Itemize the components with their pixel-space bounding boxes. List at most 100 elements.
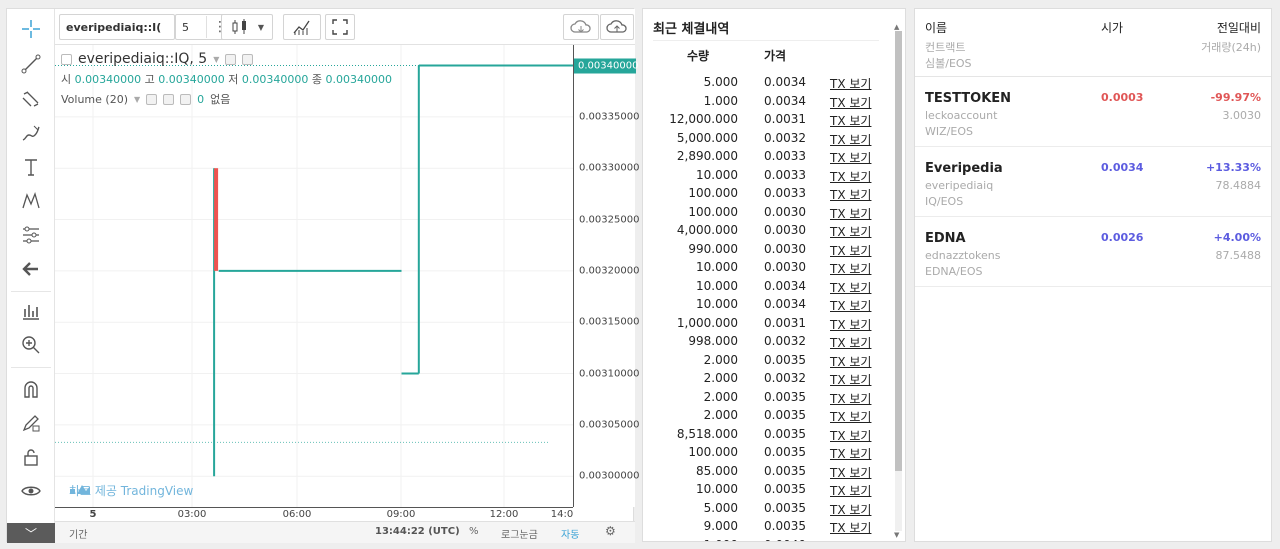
time-tick-label: 03:00 xyxy=(177,509,207,520)
view-tx-link[interactable]: TX 보기 xyxy=(830,279,871,296)
token-row[interactable]: Everipedia everipediaiq IQ/EOS 0.0034 +13.33… xyxy=(915,148,1271,217)
unlock-icon[interactable] xyxy=(19,445,43,469)
gear-icon[interactable]: ⚙ xyxy=(605,524,616,538)
zoom-in-icon[interactable] xyxy=(19,333,43,357)
view-tx-link[interactable]: TX 보기 xyxy=(830,242,871,259)
eye-icon[interactable] xyxy=(19,479,43,503)
scroll-up-icon[interactable]: ▲ xyxy=(894,23,899,31)
trade-price: 0.0030 xyxy=(764,204,806,219)
view-tx-link[interactable]: TX 보기 xyxy=(830,464,871,481)
view-tx-link[interactable]: TX 보기 xyxy=(830,482,871,499)
view-tx-link[interactable]: TX 보기 xyxy=(830,408,871,425)
trade-qty: 10.000 xyxy=(696,278,738,293)
trade-qty: 4,000.000 xyxy=(676,223,738,237)
prediction-icon[interactable] xyxy=(19,223,43,247)
tradingview-watermark[interactable]: 차트 제공 TradingView xyxy=(69,482,193,499)
trade-row: 1.000 0.0034 TX 보기 xyxy=(643,92,893,111)
view-tx-link[interactable]: TX 보기 xyxy=(830,538,871,542)
collapse-legend-icon[interactable] xyxy=(61,53,72,65)
period-button[interactable]: 기간 xyxy=(69,526,87,541)
time-tick-label: 12:00 xyxy=(489,509,519,520)
trade-qty: 10.000 xyxy=(696,167,738,182)
auto-scale-toggle[interactable]: 자동 xyxy=(561,526,579,541)
token-row[interactable]: EDNA ednazztokens EDNA/EOS 0.0026 +4.00% 87.5… xyxy=(915,218,1271,287)
price-tick-label: 0.00335000 xyxy=(579,111,640,123)
hide-icon[interactable] xyxy=(163,93,175,105)
trade-price: 0.0034 xyxy=(764,75,806,89)
view-tx-link[interactable]: TX 보기 xyxy=(830,445,871,462)
log-scale-toggle[interactable]: 로그눈금 xyxy=(501,526,538,541)
trade-row: 1.000 0.0040 TX 보기 xyxy=(643,536,893,542)
view-tx-link[interactable]: TX 보기 xyxy=(830,427,871,444)
view-tx-link[interactable]: TX 보기 xyxy=(830,223,871,240)
chevron-down-icon[interactable]: ▼ xyxy=(213,55,219,64)
settings-icon[interactable] xyxy=(146,93,158,105)
cloud-load-button[interactable] xyxy=(563,14,599,40)
trade-row: 100.000 0.0035 TX 보기 xyxy=(643,443,893,462)
percent-scale-toggle[interactable]: % xyxy=(469,526,479,537)
view-tx-link[interactable]: TX 보기 xyxy=(830,186,871,203)
indicators-icon xyxy=(293,20,310,35)
chevron-down-icon[interactable]: ▼ xyxy=(134,95,140,104)
token-contract: everipediaiq xyxy=(925,179,994,192)
view-tx-link[interactable]: TX 보기 xyxy=(830,168,871,185)
close-label: 종 xyxy=(311,73,322,86)
time-axis[interactable]: 5 03:00 06:00 09:00 12:00 14:0 xyxy=(55,507,573,521)
fib-retracement-icon[interactable] xyxy=(19,87,43,111)
view-tx-link[interactable]: TX 보기 xyxy=(830,371,871,388)
view-tx-link[interactable]: TX 보기 xyxy=(830,75,871,92)
header-change: 전일대비 xyxy=(1216,21,1261,35)
token-row[interactable]: TESTTOKEN leckoaccount WIZ/EOS 0.0003 -99.97… xyxy=(915,78,1271,147)
hide-icon[interactable] xyxy=(242,53,254,65)
lock-pencil-icon[interactable] xyxy=(19,411,43,435)
scroll-thumb[interactable] xyxy=(895,31,902,471)
back-arrow-icon[interactable] xyxy=(19,257,43,281)
trade-row: 2.000 0.0032 TX 보기 xyxy=(643,369,893,388)
view-tx-link[interactable]: TX 보기 xyxy=(830,353,871,370)
settings-icon[interactable] xyxy=(225,53,237,65)
view-tx-link[interactable]: TX 보기 xyxy=(830,260,871,277)
price-tick-label: 0.00305000 xyxy=(579,419,640,431)
high-label: 고 xyxy=(144,73,155,86)
price-tick-label: 0.00300000 xyxy=(579,470,640,482)
view-tx-link[interactable]: TX 보기 xyxy=(830,334,871,351)
tradingview-logo-icon xyxy=(70,485,90,494)
trade-row: 8,518.000 0.0035 TX 보기 xyxy=(643,425,893,444)
view-tx-link[interactable]: TX 보기 xyxy=(830,112,871,129)
trade-qty: 2.000 xyxy=(703,371,738,385)
high-value: 0.00340000 xyxy=(158,73,225,86)
view-tx-link[interactable]: TX 보기 xyxy=(830,149,871,166)
indicators-button[interactable] xyxy=(283,14,321,40)
text-icon[interactable] xyxy=(19,155,43,179)
view-tx-link[interactable]: TX 보기 xyxy=(830,519,871,536)
crosshair-icon[interactable] xyxy=(19,17,43,41)
view-tx-link[interactable]: TX 보기 xyxy=(830,94,871,111)
trade-qty: 10.000 xyxy=(696,260,738,274)
view-tx-link[interactable]: TX 보기 xyxy=(830,501,871,518)
brush-icon[interactable] xyxy=(19,121,43,145)
trade-qty: 1.000 xyxy=(703,93,738,108)
trade-qty: 8,518.000 xyxy=(676,426,738,441)
cloud-save-button[interactable] xyxy=(600,14,634,40)
trade-qty: 5.000 xyxy=(703,75,738,89)
pattern-icon[interactable] xyxy=(19,189,43,213)
trade-row: 1,000.000 0.0031 TX 보기 xyxy=(643,314,893,333)
view-tx-link[interactable]: TX 보기 xyxy=(830,205,871,222)
scroll-down-icon[interactable]: ▼ xyxy=(894,531,899,539)
view-tx-link[interactable]: TX 보기 xyxy=(830,316,871,333)
collapse-toolbar-button[interactable]: ﹀ xyxy=(7,523,55,543)
close-icon[interactable] xyxy=(180,93,192,105)
view-tx-link[interactable]: TX 보기 xyxy=(830,390,871,407)
trades-scrollbar[interactable]: ▲ ▼ xyxy=(893,23,903,539)
trade-price: 0.0035 xyxy=(764,445,806,459)
chart-plot-area[interactable]: everipediaiq::IQ, 5 ▼ 시 0.00340000 고 0.0… xyxy=(55,45,573,507)
symbol-search-button[interactable]: everipediaiq::I( xyxy=(59,14,175,40)
magnet-icon[interactable] xyxy=(19,377,43,401)
chart-style-button[interactable]: ▼ xyxy=(221,14,273,40)
view-tx-link[interactable]: TX 보기 xyxy=(830,131,871,148)
fullscreen-button[interactable] xyxy=(325,14,355,40)
measure-icon[interactable] xyxy=(19,299,43,323)
view-tx-link[interactable]: TX 보기 xyxy=(830,297,871,314)
price-axis[interactable]: 0.00335000 0.00330000 0.00325000 0.00320000… xyxy=(573,45,639,507)
trend-line-icon[interactable] xyxy=(19,52,43,76)
